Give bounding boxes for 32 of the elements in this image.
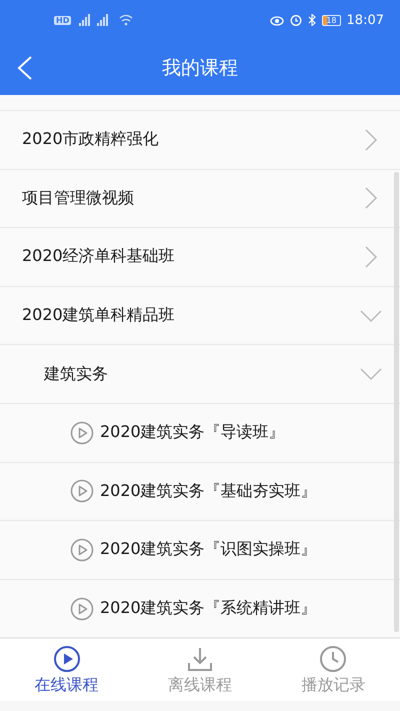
chevron-right-icon — [364, 128, 378, 151]
chevron-right-icon — [364, 246, 378, 268]
clock-time: 18:07 — [346, 12, 384, 28]
play-icon — [70, 596, 94, 621]
course-row[interactable]: 项目管理微视频 — [0, 170, 400, 228]
chevron-down-icon — [360, 367, 382, 382]
lesson-title: 2020建筑实务『系统精讲班』 — [100, 598, 318, 620]
clock-icon — [319, 644, 348, 672]
nav-tab[interactable]: 在线课程 — [0, 639, 134, 701]
lesson-title: 2020建筑实务『识图实操班』 — [100, 539, 318, 560]
wifi-icon — [119, 14, 134, 26]
course-title: 2020经济单科基础班 — [22, 246, 176, 268]
play-icon — [70, 420, 94, 445]
lesson-row[interactable]: 2020建筑实务『基础夯实班』 — [0, 462, 400, 522]
scrollbar[interactable] — [394, 172, 399, 632]
back-icon[interactable] — [16, 56, 34, 80]
course-title: 2020市政精粹强化 — [22, 129, 160, 150]
course-title: 建筑实务 — [44, 364, 109, 385]
lesson-title: 2020建筑实务『基础夯实班』 — [100, 480, 318, 502]
play-icon — [70, 538, 94, 562]
play-icon — [52, 644, 81, 672]
lesson-title: 2020建筑实务『导读班』 — [100, 422, 286, 444]
bluetooth-icon — [308, 14, 316, 26]
eye-icon — [270, 14, 284, 26]
page-title: 我的课程 — [162, 56, 238, 80]
alarm-icon — [290, 14, 302, 26]
chevron-down-icon — [360, 308, 382, 323]
chevron-right-icon — [364, 187, 378, 210]
course-title: 项目管理微视频 — [22, 188, 135, 209]
play-icon — [70, 479, 94, 504]
course-title: 2020建筑单科精品班 — [22, 305, 176, 326]
hd-badge: HD — [54, 16, 72, 24]
